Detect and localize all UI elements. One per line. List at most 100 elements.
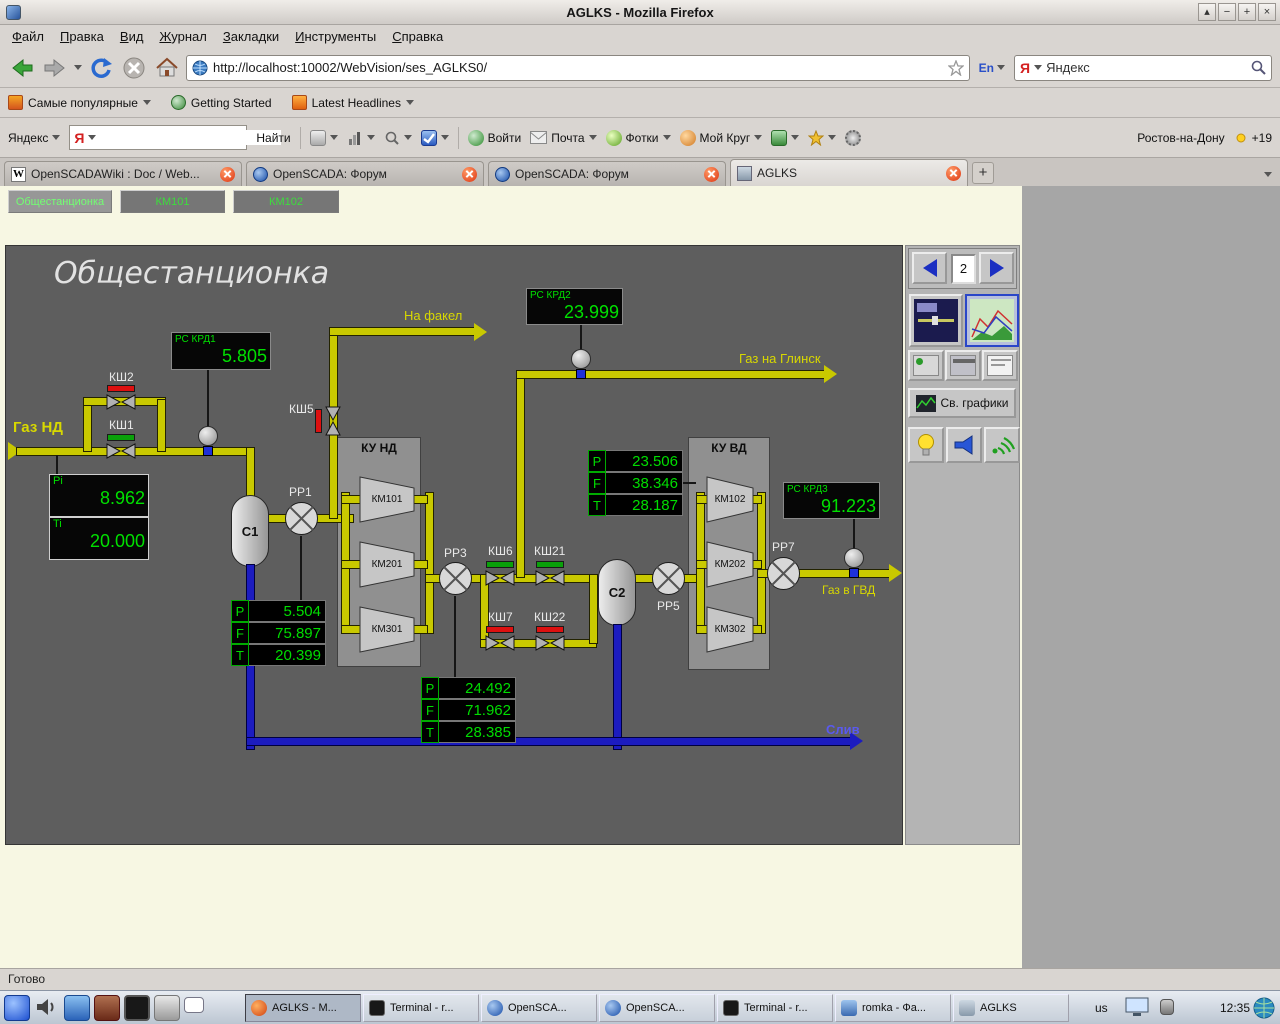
view-tab-obshestantsionka[interactable]: Общестанционка	[8, 190, 112, 213]
graph-thumbnail-button[interactable]	[965, 294, 1019, 347]
stats-tool[interactable]	[347, 130, 375, 146]
search-engine-chevron-icon[interactable]	[1034, 65, 1042, 70]
translate-badge[interactable]: En	[975, 61, 1009, 75]
start-menu-icon[interactable]	[4, 995, 30, 1021]
back-button[interactable]	[8, 54, 36, 82]
free-graphs-button[interactable]: Св. графики	[908, 388, 1016, 418]
valve-ksh1[interactable]	[106, 443, 136, 459]
valve-pp5[interactable]	[651, 561, 686, 596]
horn-button[interactable]	[946, 427, 982, 463]
minimize-button[interactable]: −	[1218, 3, 1236, 21]
signal-button[interactable]	[984, 427, 1020, 463]
magnifier-icon[interactable]	[1251, 60, 1266, 75]
menu-bookmarks[interactable]: Закладки	[215, 26, 287, 47]
mini-panel-button-2[interactable]	[945, 350, 981, 381]
search-engine-icon[interactable]: Я	[1020, 60, 1030, 76]
home-button[interactable]	[153, 54, 181, 82]
menu-tools[interactable]: Инструменты	[287, 26, 384, 47]
stop-button[interactable]	[120, 54, 148, 82]
yandex-search-input[interactable]	[104, 130, 281, 145]
tab-list-chevron-icon[interactable]	[1264, 172, 1272, 177]
menu-history[interactable]: Журнал	[151, 26, 214, 47]
tab-forum-1[interactable]: OpenSCADA: Форум	[246, 161, 484, 186]
yandex-moikrug[interactable]: Мой Круг	[680, 130, 763, 146]
terminal-icon[interactable]	[124, 995, 150, 1021]
compressor-km301[interactable]: КМ301	[359, 606, 415, 653]
task-window-aglks-firefox[interactable]: AGLKS - M...	[245, 994, 361, 1022]
close-button[interactable]: ×	[1258, 3, 1276, 21]
history-chevron-icon[interactable]	[74, 65, 82, 70]
lens-tool[interactable]	[384, 130, 412, 146]
yandex-favorites-tool[interactable]	[808, 130, 836, 146]
yandex-menu[interactable]: Яндекс	[8, 131, 60, 145]
tab-close-icon[interactable]	[704, 167, 719, 182]
yandex-camera-tool[interactable]	[771, 130, 799, 146]
bookmark-star-icon[interactable]	[948, 60, 964, 76]
clock[interactable]: 12:35	[1195, 1001, 1250, 1015]
messenger-icon[interactable]	[64, 995, 90, 1021]
yandex-login[interactable]: Войти	[468, 130, 522, 146]
display-pi[interactable]: Pi 8.962	[49, 474, 149, 517]
camera-icon[interactable]	[94, 995, 120, 1021]
yandex-find-button[interactable]: Найти	[256, 131, 290, 145]
printer-icon[interactable]	[154, 995, 180, 1021]
menu-view[interactable]: Вид	[112, 26, 152, 47]
weather-widget[interactable]: +19	[1234, 131, 1272, 145]
valve-pp3[interactable]	[438, 561, 473, 596]
valve-pp1[interactable]	[284, 501, 319, 536]
shade-button[interactable]: ▴	[1198, 3, 1216, 21]
search-input[interactable]	[1046, 60, 1247, 75]
page-number-field[interactable]: 2	[951, 254, 976, 284]
display-ti[interactable]: Ti 20.000	[49, 517, 149, 560]
new-tab-button[interactable]: +	[972, 162, 994, 184]
display-icon[interactable]	[1125, 997, 1149, 1017]
compressor-km202[interactable]: КМ202	[706, 541, 754, 588]
city-label[interactable]: Ростов-на-Дону	[1137, 131, 1224, 145]
display-pft-kuvd[interactable]: P23.506 F38.346 T28.187	[588, 450, 683, 516]
show-desktop-icon[interactable]	[184, 997, 204, 1013]
panel-thumbnail-button[interactable]	[909, 294, 963, 347]
mini-panel-button-1[interactable]	[908, 350, 944, 381]
clipboard-tool[interactable]	[310, 130, 338, 146]
control-valve-krd1[interactable]	[198, 426, 218, 446]
task-window-filemanager[interactable]: romka - Фа...	[835, 994, 951, 1022]
tab-close-icon[interactable]	[220, 167, 235, 182]
network-globe-icon[interactable]	[1252, 996, 1276, 1020]
tray-icon[interactable]	[1160, 999, 1174, 1015]
lamp-button[interactable]	[908, 427, 944, 463]
prev-page-button[interactable]	[912, 252, 947, 284]
task-window-openscada-1[interactable]: OpenSCA...	[481, 994, 597, 1022]
next-page-button[interactable]	[979, 252, 1014, 284]
valve-ksh21[interactable]	[535, 570, 565, 586]
valve-ksh7[interactable]	[485, 635, 515, 651]
display-pft-mid[interactable]: P24.492 F71.962 T28.385	[421, 677, 516, 743]
keyboard-layout[interactable]: us	[1095, 1001, 1108, 1015]
valve-ksh22[interactable]	[535, 635, 565, 651]
view-tab-km102[interactable]: КМ102	[233, 190, 339, 213]
tab-openscadawiki[interactable]: W OpenSCADAWiki : Doc / Web...	[4, 161, 242, 186]
control-valve-krd2[interactable]	[571, 349, 591, 369]
display-krd2[interactable]: РС КРД2 23.999	[526, 288, 623, 325]
menu-file[interactable]: Файл	[4, 26, 52, 47]
yandex-photos[interactable]: Фотки	[606, 130, 671, 146]
compressor-km201[interactable]: КМ201	[359, 541, 415, 588]
maximize-button[interactable]: +	[1238, 3, 1256, 21]
task-window-openscada-2[interactable]: OpenSCA...	[599, 994, 715, 1022]
compressor-km102[interactable]: КМ102	[706, 476, 754, 523]
yandex-engine-icon[interactable]: Я	[74, 130, 84, 146]
forward-button[interactable]	[41, 54, 69, 82]
tab-forum-2[interactable]: OpenSCADA: Форум	[488, 161, 726, 186]
separator-c1[interactable]: C1	[231, 495, 269, 567]
view-tab-km101[interactable]: КМ101	[120, 190, 225, 213]
compressor-km302[interactable]: КМ302	[706, 606, 754, 653]
settings-gear-icon[interactable]	[845, 130, 861, 146]
task-window-terminal-1[interactable]: Terminal - r...	[363, 994, 479, 1022]
task-window-aglks[interactable]: AGLKS	[953, 994, 1069, 1022]
valve-ksh2[interactable]	[106, 394, 136, 410]
tab-aglks[interactable]: AGLKS	[730, 159, 968, 186]
valve-ksh6[interactable]	[485, 570, 515, 586]
control-valve-krd3[interactable]	[844, 548, 864, 568]
mini-panel-button-3[interactable]	[982, 350, 1018, 381]
compressor-km101[interactable]: КМ101	[359, 476, 415, 523]
display-krd1[interactable]: РС КРД1 5.805	[171, 332, 271, 370]
